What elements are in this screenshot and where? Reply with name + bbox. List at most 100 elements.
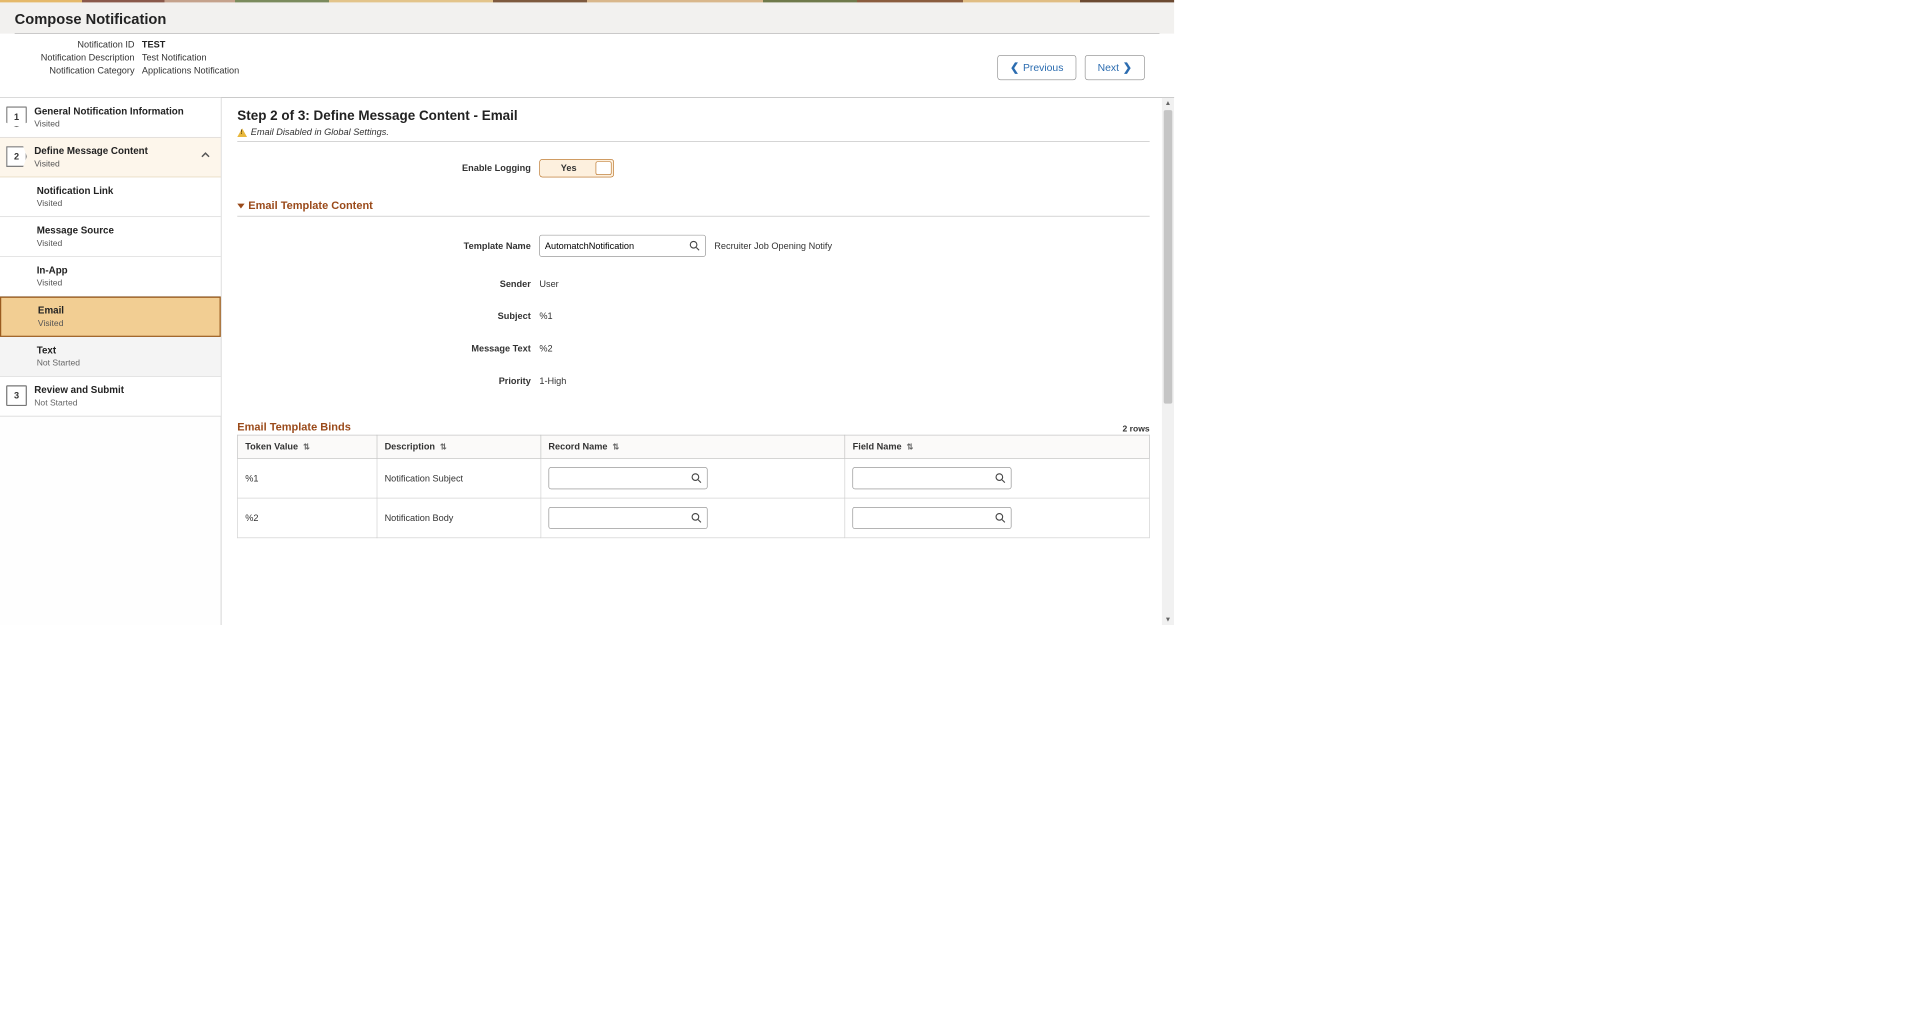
sidebar-sub-email[interactable]: Email Visited (0, 297, 221, 337)
step-2-title: Define Message Content (34, 146, 148, 157)
sidebar-sub-notification-link[interactable]: Notification Link Visited (0, 177, 221, 217)
body-wrap: 1 General Notification Information Visit… (0, 98, 1174, 625)
bind-record-lookup (548, 467, 707, 489)
scroll-down-arrow-icon[interactable]: ▼ (1163, 614, 1174, 625)
chevron-right-icon: ❯ (1123, 61, 1132, 74)
step-heading: Step 2 of 3: Define Message Content - Em… (237, 108, 1149, 124)
search-icon[interactable] (990, 473, 1011, 484)
email-binds-table: Token Value ⇅ Description ⇅ Record Name … (237, 435, 1149, 538)
sub-message-source-title: Message Source (37, 226, 114, 237)
step-3-status: Not Started (34, 397, 124, 407)
table-row: %1 Notification Subject (238, 458, 1150, 498)
section-divider (237, 216, 1149, 217)
scroll-track[interactable] (1162, 109, 1174, 614)
page-title: Compose Notification (15, 11, 1160, 28)
content-pane: Step 2 of 3: Define Message Content - Em… (221, 98, 1174, 625)
message-text-label: Message Text (237, 344, 539, 354)
enable-logging-value: Yes (540, 163, 594, 173)
notification-id-value: TEST (142, 40, 165, 50)
chevron-up-icon (201, 151, 210, 160)
bind-field-lookup (853, 507, 1012, 529)
chevron-left-icon: ❮ (1010, 61, 1019, 74)
step-1-title: General Notification Information (34, 106, 183, 117)
sort-icon: ⇅ (612, 442, 619, 451)
template-description: Recruiter Job Opening Notify (714, 241, 832, 251)
table-row: %2 Notification Body (238, 498, 1150, 538)
sidebar-sub-in-app[interactable]: In-App Visited (0, 257, 221, 297)
bind-record-cell (541, 458, 845, 498)
search-icon[interactable] (990, 512, 1011, 523)
toggle-knob (596, 161, 612, 174)
enable-logging-toggle[interactable]: Yes (539, 159, 614, 177)
bind-field-cell (845, 498, 1149, 538)
scroll-thumb[interactable] (1164, 110, 1173, 404)
email-template-section-header[interactable]: Email Template Content (237, 199, 1149, 212)
binds-col-token[interactable]: Token Value ⇅ (238, 435, 377, 458)
search-icon[interactable] (686, 473, 707, 484)
bind-record-input[interactable] (549, 509, 686, 527)
bind-field-cell (845, 458, 1149, 498)
subject-value: %1 (539, 311, 552, 321)
step-1-status: Visited (34, 119, 183, 129)
warning-line: Email Disabled in Global Settings. (237, 127, 1149, 137)
message-text-value: %2 (539, 344, 552, 354)
email-template-section-title: Email Template Content (248, 199, 373, 212)
template-name-lookup (539, 235, 705, 257)
bind-field-input[interactable] (853, 469, 990, 487)
sender-label: Sender (237, 279, 539, 289)
email-binds-rowcount: 2 rows (1123, 424, 1150, 434)
binds-col-field-label: Field Name (853, 442, 902, 452)
caret-down-icon (237, 203, 244, 208)
bind-token: %1 (238, 458, 377, 498)
sort-icon: ⇅ (907, 442, 914, 451)
sender-value: User (539, 279, 558, 289)
warning-icon (237, 128, 247, 137)
sidebar-step-3[interactable]: 3 Review and Submit Not Started (0, 377, 221, 417)
bind-field-input[interactable] (853, 509, 990, 527)
previous-button[interactable]: ❮ Previous (997, 55, 1076, 80)
previous-button-label: Previous (1023, 61, 1063, 73)
bind-record-input[interactable] (549, 469, 686, 487)
sub-notification-link-status: Visited (37, 198, 114, 208)
email-binds-heading: Email Template Binds (237, 421, 351, 434)
content-scrollbar[interactable]: ▲ ▼ (1162, 98, 1174, 625)
sub-text-title: Text (37, 346, 80, 357)
notification-category-label: Notification Category (15, 65, 142, 75)
sidebar-sub-text[interactable]: Text Not Started (0, 337, 221, 377)
template-name-search-icon[interactable] (684, 240, 705, 251)
binds-col-record[interactable]: Record Name ⇅ (541, 435, 845, 458)
sort-icon: ⇅ (303, 442, 310, 451)
step-3-title: Review and Submit (34, 385, 124, 396)
sub-notification-link-title: Notification Link (37, 186, 114, 197)
bind-record-cell (541, 498, 845, 538)
next-button[interactable]: Next ❯ (1085, 55, 1145, 80)
step-3-badge: 3 (6, 385, 27, 406)
bind-field-lookup (853, 467, 1012, 489)
bind-description: Notification Subject (377, 458, 541, 498)
wizard-sidebar: 1 General Notification Information Visit… (0, 98, 221, 625)
bind-token: %2 (238, 498, 377, 538)
subject-label: Subject (237, 311, 539, 321)
sidebar-sub-message-source[interactable]: Message Source Visited (0, 217, 221, 257)
notification-description-label: Notification Description (15, 53, 142, 63)
scroll-up-arrow-icon[interactable]: ▲ (1163, 98, 1174, 109)
binds-col-token-label: Token Value (245, 442, 298, 452)
template-name-label: Template Name (237, 241, 539, 251)
sidebar-step-1[interactable]: 1 General Notification Information Visit… (0, 98, 221, 138)
sort-icon: ⇅ (440, 442, 447, 451)
sub-message-source-status: Visited (37, 238, 114, 248)
notification-category-value: Applications Notification (142, 65, 239, 75)
step-2-status: Visited (34, 158, 148, 168)
sidebar-step-2[interactable]: 2 Define Message Content Visited (0, 138, 221, 178)
binds-col-description[interactable]: Description ⇅ (377, 435, 541, 458)
sub-email-status: Visited (38, 318, 64, 328)
binds-col-field[interactable]: Field Name ⇅ (845, 435, 1149, 458)
enable-logging-label: Enable Logging (237, 163, 539, 173)
sub-email-title: Email (38, 306, 64, 317)
priority-value: 1-High (539, 376, 566, 386)
template-name-input[interactable] (540, 237, 684, 255)
search-icon[interactable] (686, 512, 707, 523)
bind-description: Notification Body (377, 498, 541, 538)
notification-id-label: Notification ID (15, 40, 142, 50)
step-2-badge: 2 (6, 146, 27, 167)
